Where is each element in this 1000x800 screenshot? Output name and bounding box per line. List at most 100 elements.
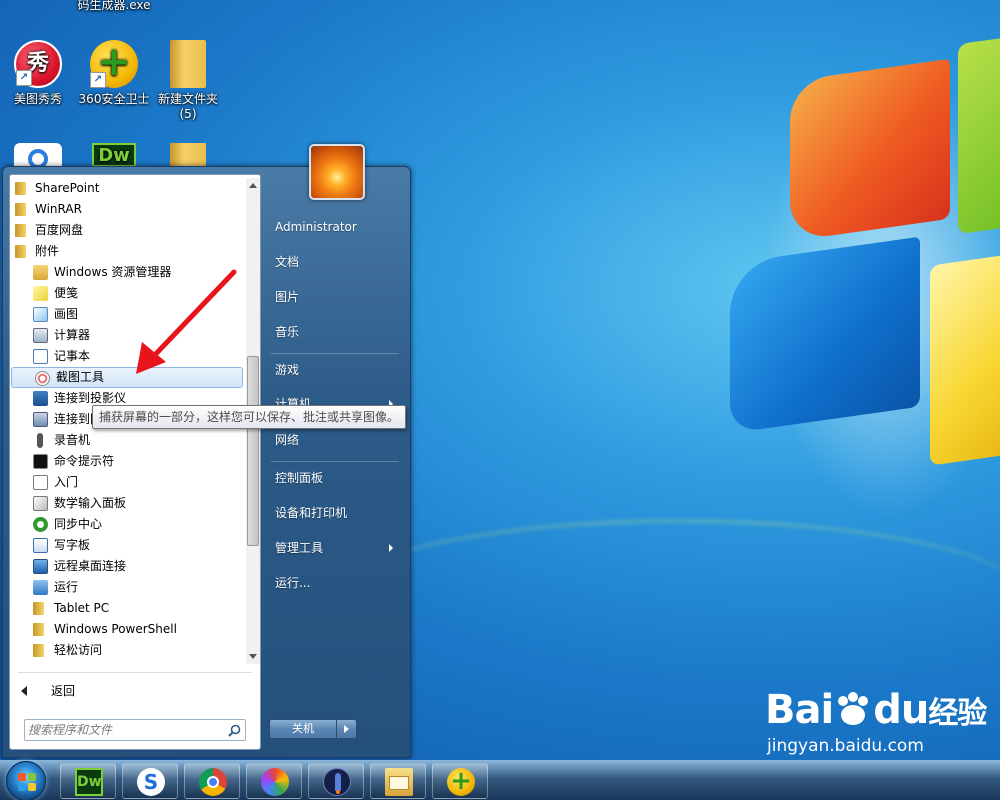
program-folder-sharepoint[interactable]: SharePoint [10,178,244,199]
desktop-icon-360[interactable]: + ↗ 360安全卫士 [76,40,152,107]
right-item-label: 运行... [275,576,311,590]
folder-icon [15,203,26,216]
right-item-label: 设备和打印机 [275,506,348,520]
folder-icon [15,182,26,195]
right-item-admin-tools[interactable]: 管理工具 [267,533,399,563]
desktop-icon-label: 新建文件夹 (5) [157,92,218,121]
divider [18,672,252,673]
back-button[interactable]: 返回 [16,680,246,702]
explorer-icon [33,265,48,280]
right-item-run[interactable]: 运行... [267,568,399,598]
network-projector-icon [33,412,48,427]
back-label: 返回 [51,684,76,698]
program-label: 数学输入面板 [54,496,127,510]
search-icon[interactable] [228,724,241,737]
microphone-icon [37,433,43,448]
program-math-input-panel[interactable]: 数学输入面板 [10,493,244,514]
program-folder-ease-of-access[interactable]: 轻松访问 [10,640,244,661]
program-label: 画图 [54,307,79,321]
document-icon [33,475,48,490]
right-item-label: 网络 [275,433,300,447]
program-label: SharePoint [35,181,100,195]
projector-icon [33,391,48,406]
right-item-administrator[interactable]: Administrator [267,212,399,242]
right-item-music[interactable]: 音乐 [267,317,399,347]
baidu-jingyan-watermark: Bai du经验 jingyan.baidu.com [765,687,987,756]
program-label: WinRAR [35,202,82,216]
desktop-icon-code-generator[interactable]: 码生成器.exe [76,0,152,13]
desktop-icon-new-folder[interactable]: 新建文件夹 (5) [150,40,226,122]
folder-icon [15,224,26,237]
start-button[interactable] [6,761,46,800]
chrome-icon [199,768,227,796]
taskbar-chrome[interactable] [184,763,240,799]
calculator-icon [33,328,48,343]
program-folder-baidu-netdisk[interactable]: 百度网盘 [10,220,244,241]
taskbar: Dw S + [0,760,1000,800]
right-item-control-panel[interactable]: 控制面板 [267,463,399,493]
right-item-label: 音乐 [275,325,300,339]
program-label: 入门 [54,475,79,489]
program-sync-center[interactable]: 同步中心 [10,514,244,535]
right-item-label: 文档 [275,255,300,269]
sticky-notes-icon [33,286,48,301]
shortcut-arrow-icon: ↗ [16,70,32,86]
folder-icon [33,644,44,657]
search-input[interactable] [28,721,223,739]
program-run[interactable]: 运行 [10,577,244,598]
program-label: 远程桌面连接 [54,559,127,573]
windows-logo-icon [18,773,26,781]
shutdown-button[interactable]: 关机 [269,719,337,739]
taskbar-explorer[interactable] [370,763,426,799]
taskbar-sogou-browser[interactable]: S [122,763,178,799]
scroll-up-icon[interactable] [249,183,257,188]
program-folder-tablet-pc[interactable]: Tablet PC [10,598,244,619]
back-arrow-icon [21,686,27,696]
program-label: 计算器 [54,328,91,342]
right-item-network[interactable]: 网络 [267,425,399,455]
taskbar-photos[interactable] [246,763,302,799]
windows-logo-red-pane [790,58,950,242]
wallpaper-swoosh [330,520,1000,680]
taskbar-rocket[interactable] [308,763,364,799]
program-label: 录音机 [54,433,91,447]
360-icon: + [447,768,475,796]
right-item-label: 控制面板 [275,471,324,485]
shutdown-options-button[interactable] [337,719,357,739]
desktop-icon-meitu[interactable]: 秀 ↗ 美图秀秀 [0,40,76,107]
folder-open-icon [15,245,26,258]
program-label: 同步中心 [54,517,103,531]
s-glyph: S [143,770,159,794]
shortcut-arrow-icon: ↗ [90,72,106,88]
program-label: 记事本 [54,349,91,363]
program-remote-desktop[interactable]: 远程桌面连接 [10,556,244,577]
program-wordpad[interactable]: 写字板 [10,535,244,556]
folder-icon [170,40,206,88]
scroll-thumb[interactable] [247,356,259,546]
program-folder-winrar[interactable]: WinRAR [10,199,244,220]
program-label: 百度网盘 [35,223,84,237]
wordpad-icon [33,538,48,553]
program-sound-recorder[interactable]: 录音机 [10,430,244,451]
program-folder-accessories[interactable]: 附件 [10,241,244,262]
dw-glyph: Dw [98,145,130,166]
watermark-brand: Bai [765,687,834,733]
programs-pane: SharePoint WinRAR 百度网盘 附件 Windows 资源管理器 [9,174,261,750]
divider [271,461,399,462]
taskbar-dreamweaver[interactable]: Dw [60,763,116,799]
program-command-prompt[interactable]: 命令提示符 [10,451,244,472]
right-item-documents[interactable]: 文档 [267,247,399,277]
right-item-devices-printers[interactable]: 设备和打印机 [267,498,399,528]
scroll-down-icon[interactable] [249,654,257,659]
search-box[interactable] [24,719,246,741]
user-picture[interactable] [309,144,365,200]
program-getting-started[interactable]: 入门 [10,472,244,493]
right-item-games[interactable]: 游戏 [267,355,399,385]
dreamweaver-icon: Dw [75,768,103,796]
program-label: Windows PowerShell [54,622,177,636]
notepad-icon [33,349,48,364]
dw-glyph: Dw [77,774,102,790]
right-item-pictures[interactable]: 图片 [267,282,399,312]
taskbar-360[interactable]: + [432,763,488,799]
program-folder-powershell[interactable]: Windows PowerShell [10,619,244,640]
